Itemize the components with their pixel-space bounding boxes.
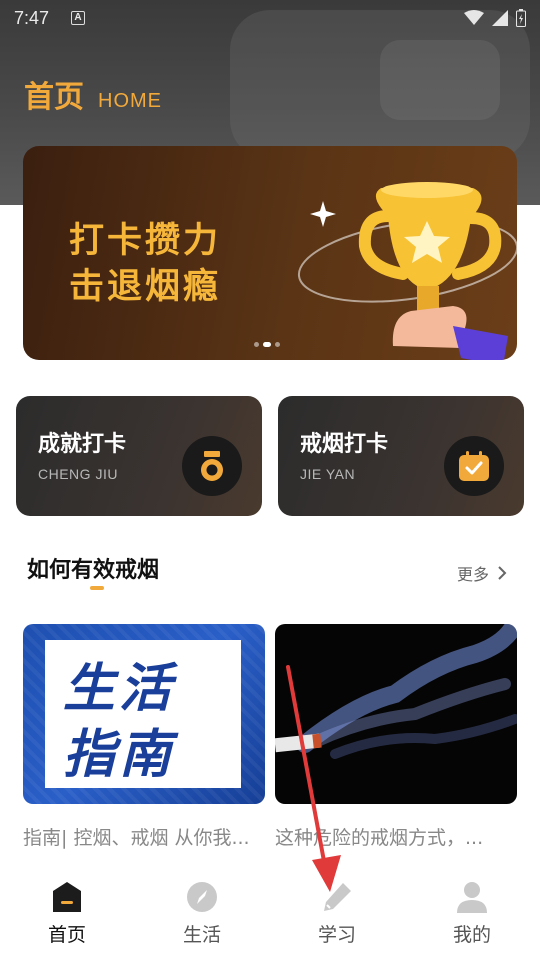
banner-line-1: 打卡攒力: [69, 221, 222, 261]
card-achievement-checkin[interactable]: 成就打卡 CHENG JIU: [16, 396, 262, 516]
article-caption-2[interactable]: 这种危险的戒烟方式，...: [275, 823, 519, 850]
medal-icon: [182, 436, 242, 496]
thumbnail-text-line-1: 生活: [63, 659, 176, 719]
battery-icon: [516, 9, 526, 27]
bottom-tab-bar: 首页 生活 学习 我的: [0, 862, 540, 960]
page-title: 首页 HOME: [24, 72, 162, 116]
tab-label: 生活: [182, 924, 221, 946]
card-subtitle: CHENG JIU: [38, 466, 118, 482]
signal-icon: [492, 10, 508, 26]
more-link[interactable]: 更多: [457, 561, 507, 585]
pagination-dot: [254, 342, 259, 347]
pagination-dot: [275, 342, 280, 347]
page-title-cn: 首页: [24, 80, 84, 115]
pagination-dot-active: [263, 342, 271, 347]
header-photo-blur: [380, 40, 500, 120]
notification-a-icon: A: [71, 11, 86, 25]
card-title: 成就打卡: [38, 432, 127, 457]
card-title: 戒烟打卡: [300, 432, 389, 457]
tab-me[interactable]: 我的: [432, 880, 512, 947]
chevron-right-icon: [498, 566, 507, 580]
home-icon: [50, 880, 84, 914]
status-icons: [464, 9, 526, 27]
card-quit-smoking-checkin[interactable]: 戒烟打卡 JIE YAN: [278, 396, 524, 516]
thumbnail-text-line-2: 指南: [63, 725, 176, 785]
trophy-illustration: [297, 182, 517, 360]
article-thumbnail-2[interactable]: [275, 624, 517, 804]
status-time: 7:47: [14, 7, 50, 28]
card-subtitle: JIE YAN: [300, 466, 356, 482]
tab-label: 我的: [452, 924, 491, 946]
article-caption-1[interactable]: 指南| 控烟、戒烟 从你我...: [23, 823, 267, 850]
tab-label: 学习: [317, 924, 356, 946]
compass-icon: [185, 880, 219, 914]
pencil-icon: [320, 880, 354, 914]
profile-icon: [455, 880, 489, 914]
wifi-icon: [464, 10, 484, 25]
banner-line-2: 击退烟瘾: [69, 267, 222, 307]
section-title: 如何有效戒烟: [27, 558, 160, 583]
smoke-cigarette-image: [275, 624, 517, 759]
tab-label: 首页: [47, 924, 86, 946]
more-label: 更多: [457, 565, 490, 584]
section-title-underline: [90, 586, 104, 590]
banner-pagination: [254, 342, 280, 347]
tab-home[interactable]: 首页: [27, 880, 107, 947]
tab-life[interactable]: 生活: [162, 880, 242, 947]
status-bar: 7:47 A: [0, 0, 540, 36]
tab-study[interactable]: 学习: [297, 880, 377, 947]
promo-banner[interactable]: 打卡攒力 击退烟瘾: [23, 146, 517, 360]
calendar-check-icon: [444, 436, 504, 496]
page-title-en: HOME: [98, 90, 162, 112]
article-thumbnail-1[interactable]: 生活 指南: [23, 624, 265, 804]
